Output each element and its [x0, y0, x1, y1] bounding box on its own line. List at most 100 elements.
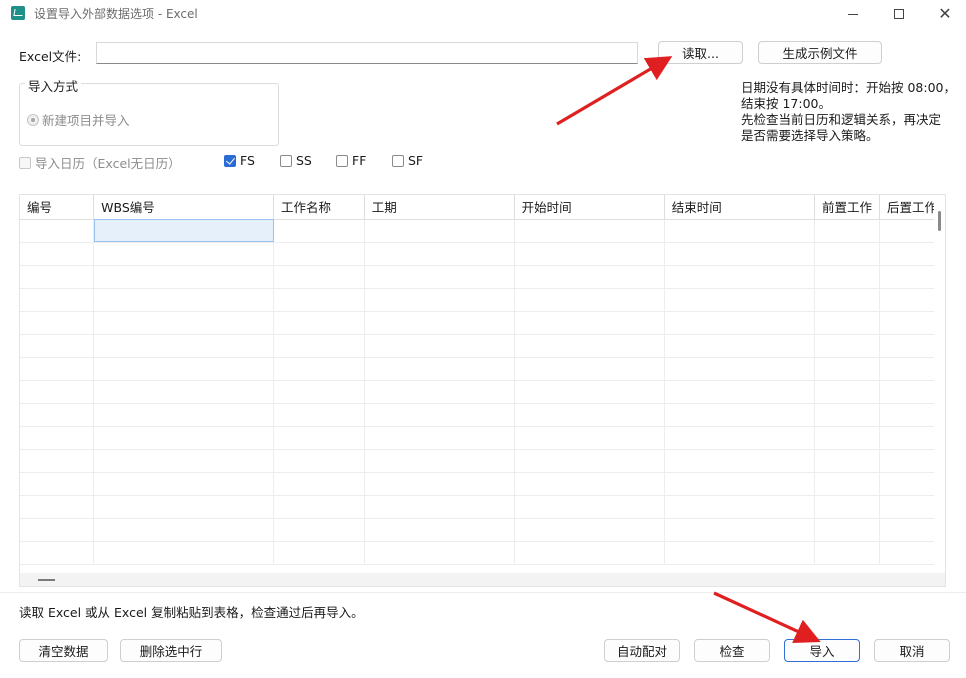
grid-cell[interactable]: [273, 541, 365, 565]
grid-cell[interactable]: [273, 472, 365, 496]
auto-match-button[interactable]: 自动配对: [604, 639, 680, 662]
grid-cell[interactable]: [664, 288, 815, 312]
ss-checkbox[interactable]: [280, 154, 292, 167]
table-row[interactable]: [20, 334, 945, 358]
grid-cell[interactable]: [93, 472, 275, 496]
table-row[interactable]: [20, 265, 945, 289]
grid-cell[interactable]: [273, 357, 365, 381]
grid-cell[interactable]: [814, 449, 880, 473]
sf-checkbox[interactable]: [392, 154, 404, 167]
grid-cell[interactable]: [514, 265, 665, 289]
read-button[interactable]: 读取...: [658, 41, 743, 64]
new-project-radio[interactable]: [27, 113, 39, 126]
table-row[interactable]: [20, 541, 945, 565]
grid-cell[interactable]: [93, 219, 275, 243]
grid-cell[interactable]: [664, 242, 815, 266]
table-row[interactable]: [20, 495, 945, 519]
clear-data-button[interactable]: 清空数据: [19, 639, 108, 662]
cancel-button[interactable]: 取消: [874, 639, 950, 662]
grid-cell[interactable]: [273, 334, 365, 358]
grid-cell[interactable]: [20, 334, 95, 358]
new-project-radio-option[interactable]: 新建项目并导入: [27, 110, 130, 129]
fs-option[interactable]: FS: [224, 153, 255, 168]
grid-cell[interactable]: [364, 380, 515, 404]
grid-cell[interactable]: [364, 265, 515, 289]
table-row[interactable]: [20, 242, 945, 266]
grid-cell[interactable]: [20, 472, 95, 496]
grid-cell[interactable]: [273, 242, 365, 266]
horizontal-scrollbar[interactable]: [20, 573, 945, 586]
grid-cell[interactable]: [814, 518, 880, 542]
ff-option[interactable]: FF: [336, 153, 366, 168]
table-row[interactable]: [20, 472, 945, 496]
grid-cell[interactable]: [514, 541, 665, 565]
grid-cell[interactable]: [20, 288, 95, 312]
grid-cell[interactable]: [514, 472, 665, 496]
grid-cell[interactable]: [814, 495, 880, 519]
grid-cell[interactable]: [814, 403, 880, 427]
grid-cell[interactable]: [93, 541, 275, 565]
grid-cell[interactable]: [514, 449, 665, 473]
table-row[interactable]: [20, 311, 945, 335]
grid-cell[interactable]: [93, 242, 275, 266]
grid-cell[interactable]: [364, 311, 515, 335]
delete-selected-row-button[interactable]: 删除选中行: [120, 639, 222, 662]
grid-cell[interactable]: [664, 219, 815, 243]
grid-cell[interactable]: [514, 288, 665, 312]
grid-cell[interactable]: [93, 495, 275, 519]
grid-cell[interactable]: [93, 334, 275, 358]
grid-cell[interactable]: [93, 449, 275, 473]
grid-cell[interactable]: [664, 265, 815, 289]
grid-cell[interactable]: [364, 334, 515, 358]
grid-cell[interactable]: [273, 403, 365, 427]
column-header[interactable]: 开始时间: [514, 195, 665, 220]
grid-cell[interactable]: [20, 311, 95, 335]
grid-cell[interactable]: [664, 403, 815, 427]
grid-cell[interactable]: [20, 265, 95, 289]
grid-cell[interactable]: [514, 495, 665, 519]
grid-cell[interactable]: [20, 380, 95, 404]
grid-cell[interactable]: [93, 380, 275, 404]
grid-cell[interactable]: [664, 541, 815, 565]
import-calendar-checkbox[interactable]: [19, 156, 31, 169]
grid-cell[interactable]: [364, 242, 515, 266]
import-calendar-option[interactable]: 导入日历（Excel无日历）: [19, 153, 181, 172]
grid-cell[interactable]: [364, 219, 515, 243]
grid-cell[interactable]: [93, 403, 275, 427]
grid-cell[interactable]: [20, 219, 95, 243]
grid-cell[interactable]: [273, 426, 365, 450]
table-row[interactable]: [20, 219, 945, 243]
grid-cell[interactable]: [514, 357, 665, 381]
grid-cell[interactable]: [514, 219, 665, 243]
grid-cell[interactable]: [514, 311, 665, 335]
table-row[interactable]: [20, 288, 945, 312]
import-button[interactable]: 导入: [784, 639, 860, 662]
vertical-scrollbar[interactable]: [934, 195, 945, 573]
generate-sample-button[interactable]: 生成示例文件: [758, 41, 882, 64]
grid-cell[interactable]: [664, 518, 815, 542]
grid-cell[interactable]: [20, 495, 95, 519]
grid-cell[interactable]: [514, 518, 665, 542]
grid-cell[interactable]: [664, 380, 815, 404]
check-button[interactable]: 检查: [694, 639, 770, 662]
grid-cell[interactable]: [514, 242, 665, 266]
column-header[interactable]: 工作名称: [273, 195, 365, 220]
ff-checkbox[interactable]: [336, 154, 348, 167]
column-header[interactable]: 结束时间: [664, 195, 815, 220]
grid-cell[interactable]: [664, 472, 815, 496]
grid-cell[interactable]: [20, 357, 95, 381]
grid-cell[interactable]: [20, 242, 95, 266]
grid-cell[interactable]: [814, 334, 880, 358]
grid-cell[interactable]: [20, 449, 95, 473]
grid-cell[interactable]: [273, 449, 365, 473]
grid-cell[interactable]: [814, 380, 880, 404]
table-row[interactable]: [20, 403, 945, 427]
grid-cell[interactable]: [364, 495, 515, 519]
grid-cell[interactable]: [93, 357, 275, 381]
grid-cell[interactable]: [364, 357, 515, 381]
grid-cell[interactable]: [20, 403, 95, 427]
horizontal-scroll-thumb[interactable]: [38, 579, 55, 581]
grid-cell[interactable]: [814, 311, 880, 335]
grid-cell[interactable]: [273, 380, 365, 404]
grid-cell[interactable]: [514, 426, 665, 450]
